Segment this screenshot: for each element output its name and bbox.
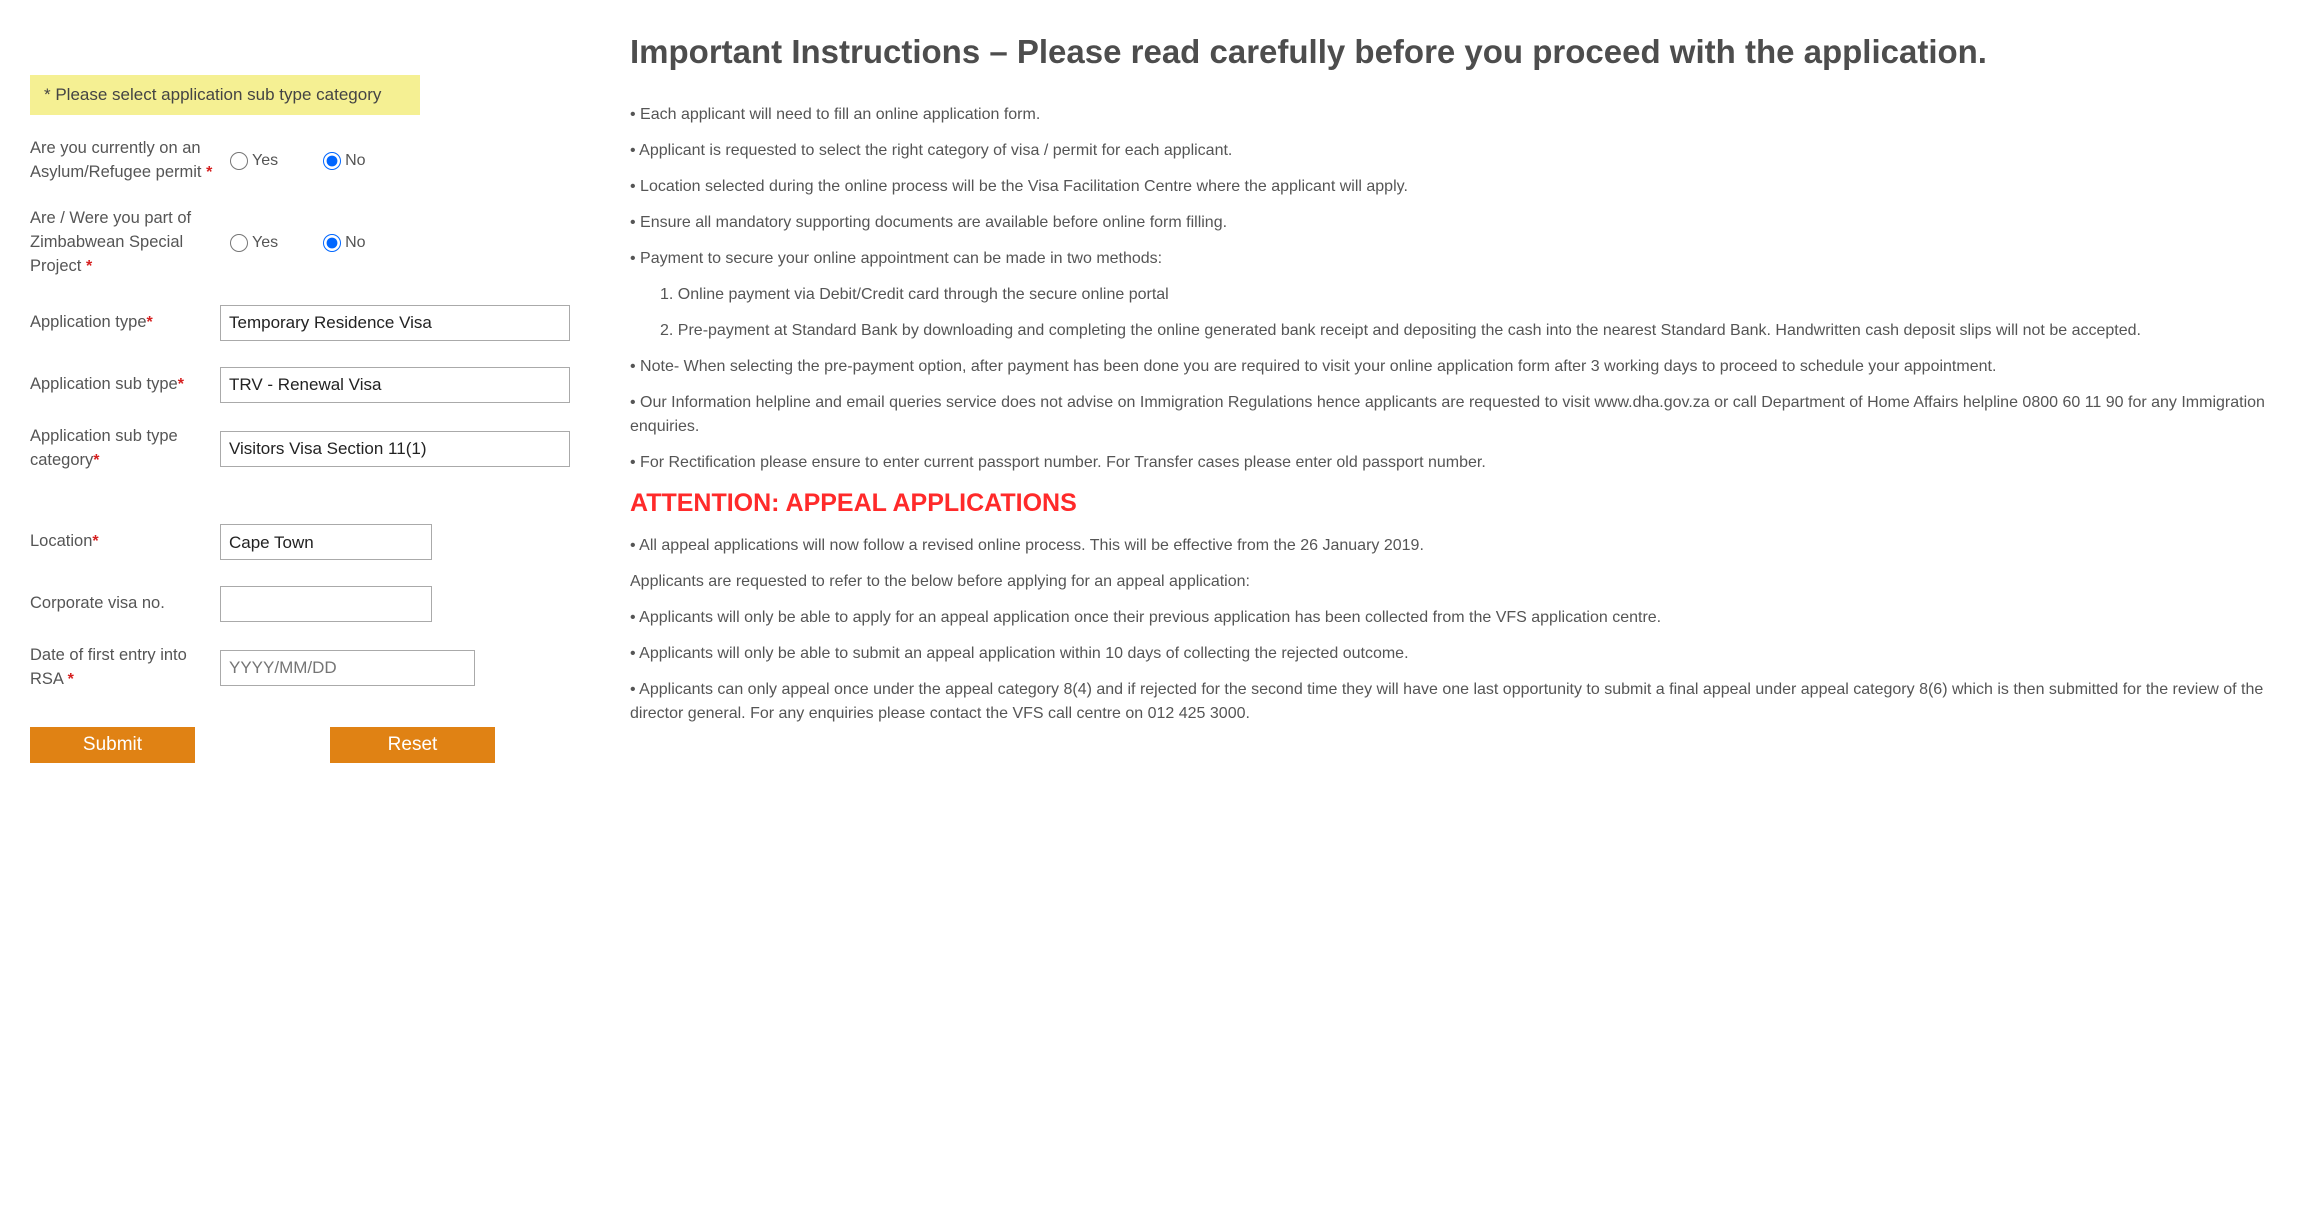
radio-zimbabwe-no[interactable] [323, 234, 341, 252]
radio-zimbabwe-yes[interactable] [230, 234, 248, 252]
reset-button[interactable]: Reset [330, 727, 495, 763]
instructions-panel: Important Instructions – Please read car… [630, 20, 2285, 763]
radio-asylum-no[interactable] [323, 152, 341, 170]
label-corporate-visa: Corporate visa no. [30, 592, 220, 616]
label-app-sub-type: Application sub type* [30, 373, 220, 397]
select-app-type[interactable]: Temporary Residence Visa [220, 305, 570, 341]
select-location[interactable]: Cape Town [220, 524, 432, 560]
select-app-sub-type-category[interactable]: Visitors Visa Section 11(1) [220, 431, 570, 467]
label-first-entry: Date of first entry into RSA * [30, 644, 220, 692]
instruction-bullet: • Our Information helpline and email que… [630, 391, 2285, 439]
instruction-bullet: • Each applicant will need to fill an on… [630, 103, 2285, 127]
instruction-text: Applicants are requested to refer to the… [630, 570, 2285, 594]
label-location: Location* [30, 530, 220, 554]
instruction-bullet: • Ensure all mandatory supporting docume… [630, 211, 2285, 235]
instruction-bullet: • Location selected during the online pr… [630, 175, 2285, 199]
select-app-sub-type[interactable]: TRV - Renewal Visa [220, 367, 570, 403]
instruction-sub-bullet: 1. Online payment via Debit/Credit card … [630, 283, 2285, 307]
label-asylum: Are you currently on an Asylum/Refugee p… [30, 137, 220, 185]
instruction-sub-bullet: 2. Pre-payment at Standard Bank by downl… [630, 319, 2285, 343]
label-app-sub-type-category: Application sub type category* [30, 425, 220, 473]
instruction-bullet: • All appeal applications will now follo… [630, 534, 2285, 558]
label-zimbabwe-yes[interactable]: Yes [252, 234, 278, 252]
instruction-bullet: • Payment to secure your online appointm… [630, 247, 2285, 271]
submit-button[interactable]: Submit [30, 727, 195, 763]
instruction-bullet: • For Rectification please ensure to ent… [630, 451, 2285, 475]
form-panel: * Please select application sub type cat… [30, 20, 590, 763]
radio-asylum-yes[interactable] [230, 152, 248, 170]
label-asylum-no[interactable]: No [345, 152, 365, 170]
label-asylum-yes[interactable]: Yes [252, 152, 278, 170]
validation-banner: * Please select application sub type cat… [30, 75, 420, 115]
input-corporate-visa[interactable] [220, 586, 432, 622]
attention-heading: ATTENTION: APPEAL APPLICATIONS [630, 489, 2285, 518]
instructions-title: Important Instructions – Please read car… [630, 30, 2285, 75]
label-app-type: Application type* [30, 311, 220, 335]
instruction-bullet: • Applicant is requested to select the r… [630, 139, 2285, 163]
instruction-bullet: • Applicants can only appeal once under … [630, 678, 2285, 726]
label-zimbabwe-no[interactable]: No [345, 234, 365, 252]
instruction-bullet: • Applicants will only be able to apply … [630, 606, 2285, 630]
label-zimbabwe: Are / Were you part of Zimbabwean Specia… [30, 207, 220, 279]
instruction-bullet: • Note- When selecting the pre-payment o… [630, 355, 2285, 379]
input-first-entry-date[interactable] [220, 650, 475, 686]
instruction-bullet: • Applicants will only be able to submit… [630, 642, 2285, 666]
